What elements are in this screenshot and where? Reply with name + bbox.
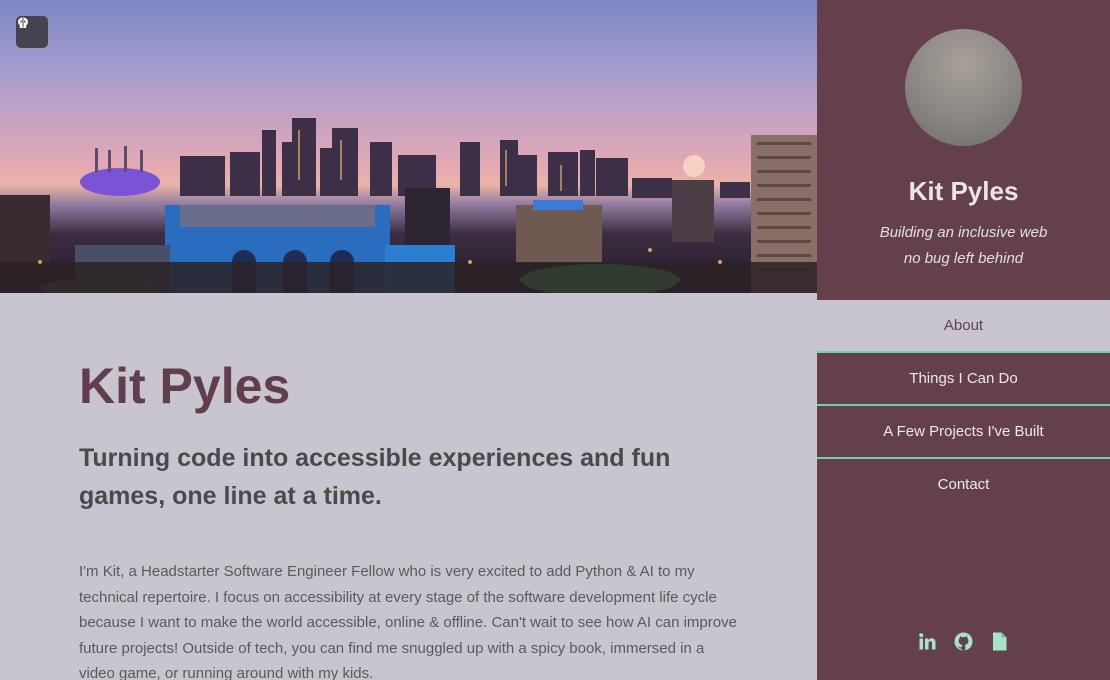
brain-toggle-button[interactable]	[16, 16, 48, 48]
nav-item-projects[interactable]: A Few Projects I've Built	[817, 406, 1110, 459]
bio-paragraph: I'm Kit, a Headstarter Software Engineer…	[79, 563, 737, 680]
sidebar: Kit Pyles Building an inclusive web no b…	[817, 0, 1110, 680]
nav-item-things-i-can-do[interactable]: Things I Can Do	[817, 353, 1110, 406]
social-links	[817, 630, 1110, 652]
document-icon[interactable]	[990, 630, 1009, 652]
motto-line-1: Building an inclusive web	[879, 224, 1048, 241]
avatar	[905, 29, 1022, 146]
hero-banner	[0, 0, 817, 293]
main-content: Kit Pyles Turning code into accessible e…	[0, 293, 817, 680]
page-tagline: Turning code into accessible experiences…	[79, 444, 671, 510]
sidebar-nav: About Things I Can Do A Few Projects I'v…	[817, 300, 1110, 510]
nav-item-about[interactable]: About	[817, 300, 1110, 353]
sidebar-name: Kit Pyles	[908, 176, 1019, 206]
linkedin-icon[interactable]	[918, 630, 937, 652]
nav-item-contact[interactable]: Contact	[817, 459, 1110, 510]
github-icon[interactable]	[954, 630, 973, 652]
page-title: Kit Pyles	[79, 358, 291, 414]
sidebar-motto: Building an inclusive web no bug left be…	[817, 220, 1110, 272]
city-skyline-image	[0, 118, 817, 293]
motto-line-2: no bug left behind	[903, 250, 1024, 267]
